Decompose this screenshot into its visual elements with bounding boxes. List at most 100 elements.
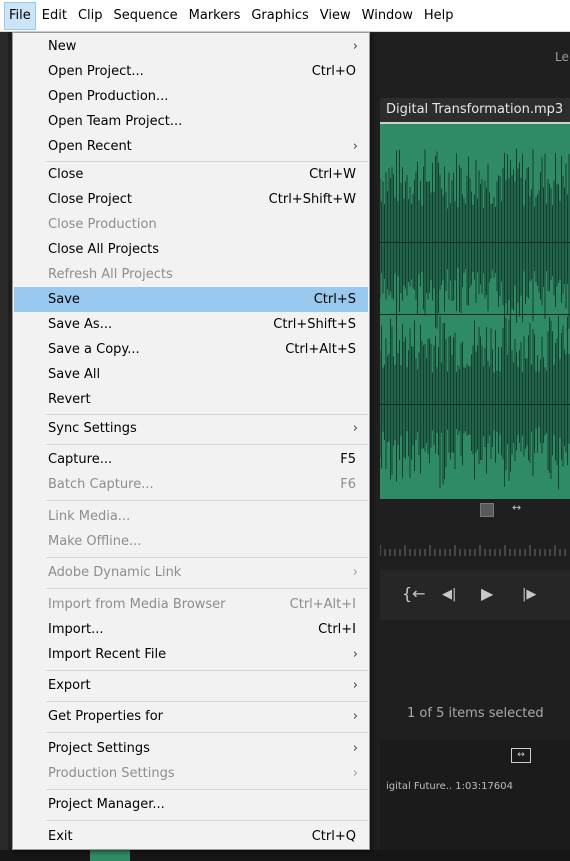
menu-item-close-all-projects[interactable]: Close All Projects (14, 237, 368, 262)
audio-waveform[interactable] (380, 124, 570, 499)
menu-window[interactable]: Window (357, 2, 418, 30)
menu-sequence[interactable]: Sequence (109, 2, 183, 30)
menu-view[interactable]: View (315, 2, 356, 30)
menu-item-close-project[interactable]: Close Project Ctrl+Shift+W (14, 187, 368, 212)
menu-edit[interactable]: Edit (37, 2, 72, 30)
menu-item-open-production[interactable]: Open Production... (14, 84, 368, 109)
menu-file[interactable]: File (4, 1, 36, 30)
menu-item-label: Project Manager... (48, 797, 165, 812)
step-back-icon[interactable]: ◀| (442, 587, 456, 602)
file-menu-dropdown: New › Open Project... Ctrl+O Open Producti… (12, 32, 370, 850)
menu-item-close-production[interactable]: Close Production (14, 212, 368, 237)
bottom-strip (0, 850, 570, 861)
menu-item-make-offline[interactable]: Make Offline... (14, 529, 368, 554)
left-panel-edge (0, 32, 8, 861)
clip-thumbnail[interactable] (90, 850, 130, 861)
menu-item-open-team-project[interactable]: Open Team Project... (14, 109, 368, 134)
menu-separator (46, 557, 368, 558)
menu-item-adobe-dynamic-link[interactable]: Adobe Dynamic Link › (14, 560, 368, 585)
play-icon[interactable]: ▶ (481, 584, 493, 603)
menu-item-label: Import from Media Browser (48, 597, 226, 612)
menu-item-label: Close Project (48, 192, 133, 207)
shortcut: F5 (340, 452, 356, 467)
menu-item-revert[interactable]: Revert (14, 387, 368, 412)
chevron-right-icon: › (352, 139, 358, 154)
menu-item-production-settings[interactable]: Production Settings › (14, 761, 368, 786)
menu-item-link-media[interactable]: Link Media... (14, 504, 368, 529)
chevron-right-icon: › (352, 766, 358, 781)
step-forward-icon[interactable]: |▶ (522, 587, 536, 602)
menu-item-label: New (48, 39, 77, 54)
menu-item-label: Capture... (48, 452, 113, 467)
panel-tab-partial[interactable]: Le (555, 50, 569, 64)
menu-item-label: Import Recent File (48, 647, 167, 662)
menu-clip[interactable]: Clip (73, 2, 108, 30)
menu-item-import-from-media-browser[interactable]: Import from Media Browser Ctrl+Alt+I (14, 592, 368, 617)
menu-bar: File Edit Clip Sequence Markers Graphics… (0, 0, 570, 32)
menu-item-export[interactable]: Export › (14, 673, 368, 698)
menu-item-label: Revert (48, 392, 91, 407)
waveform-graphic (380, 148, 570, 490)
menu-item-batch-capture[interactable]: Batch Capture... F6 (14, 472, 368, 497)
menu-item-label: Refresh All Projects (48, 267, 173, 282)
menu-item-refresh-all-projects[interactable]: Refresh All Projects (14, 262, 368, 287)
menu-separator (46, 820, 368, 821)
menu-graphics[interactable]: Graphics (246, 2, 313, 30)
menu-separator (46, 500, 368, 501)
shortcut: Ctrl+Shift+S (273, 317, 356, 332)
menu-item-import-recent-file[interactable]: Import Recent File › (14, 642, 368, 667)
time-ruler[interactable] (380, 543, 570, 557)
menu-item-capture[interactable]: Capture... F5 (14, 447, 368, 472)
menu-item-project-manager[interactable]: Project Manager... (14, 792, 368, 817)
waveform-center-line (380, 242, 570, 243)
fit-icon[interactable]: ↔ (512, 501, 521, 514)
menu-item-label: Open Project... (48, 64, 144, 79)
menu-item-save[interactable]: Save Ctrl+S (14, 287, 368, 312)
clip-info: igital Future.. 1:03:17604 (386, 781, 513, 792)
menu-item-project-settings[interactable]: Project Settings › (14, 736, 368, 761)
menu-item-import[interactable]: Import... Ctrl+I (14, 617, 368, 642)
menu-help[interactable]: Help (419, 2, 459, 30)
menu-separator (46, 789, 368, 790)
transport-controls: {← ◀| ▶ |▶ (380, 570, 570, 620)
menu-item-save-a-copy[interactable]: Save a Copy... Ctrl+Alt+S (14, 337, 368, 362)
shortcut: Ctrl+Shift+W (268, 192, 356, 207)
chevron-right-icon: › (352, 565, 358, 580)
chevron-right-icon: › (352, 647, 358, 662)
shortcut: Ctrl+Alt+S (285, 342, 356, 357)
menu-item-exit[interactable]: Exit Ctrl+Q (14, 824, 368, 849)
menu-item-label: Close (48, 167, 84, 182)
marker-button[interactable] (480, 503, 494, 517)
menu-separator (46, 588, 368, 589)
clip-speed-icon[interactable]: ↔ (511, 748, 531, 763)
menu-item-save-as[interactable]: Save As... Ctrl+Shift+S (14, 312, 368, 337)
chevron-right-icon: › (352, 421, 358, 436)
go-to-in-icon[interactable]: {← (402, 584, 426, 603)
clip-title: Digital Transformation.mp3 (386, 102, 564, 117)
menu-separator (46, 444, 368, 445)
menu-item-close[interactable]: Close Ctrl+W (14, 162, 368, 187)
menu-item-sync-settings[interactable]: Sync Settings › (14, 416, 368, 441)
menu-item-open-project[interactable]: Open Project... Ctrl+O (14, 59, 368, 84)
menu-item-label: Save All (48, 367, 101, 382)
menu-item-label: Production Settings (48, 766, 175, 781)
menu-item-save-all[interactable]: Save All (14, 362, 368, 387)
menu-item-label: Batch Capture... (48, 477, 154, 492)
menu-item-label: Adobe Dynamic Link (48, 565, 182, 580)
menu-item-open-recent[interactable]: Open Recent › (14, 134, 368, 159)
shortcut: F6 (340, 477, 356, 492)
menu-item-get-properties-for[interactable]: Get Properties for › (14, 704, 368, 729)
menu-item-label: Close Production (48, 217, 157, 232)
chevron-right-icon: › (352, 709, 358, 724)
shortcut: Ctrl+Alt+I (289, 597, 356, 612)
menu-item-label: Open Recent (48, 139, 132, 154)
waveform-center-line (380, 404, 570, 405)
menu-item-label: Sync Settings (48, 421, 137, 436)
shortcut: Ctrl+Q (311, 829, 356, 844)
menu-item-label: Open Team Project... (48, 114, 183, 129)
menu-item-label: Save (48, 292, 80, 307)
chevron-right-icon: › (352, 39, 358, 54)
menu-item-new[interactable]: New › (14, 34, 368, 59)
menu-markers[interactable]: Markers (184, 2, 246, 30)
channel-divider (380, 314, 570, 315)
